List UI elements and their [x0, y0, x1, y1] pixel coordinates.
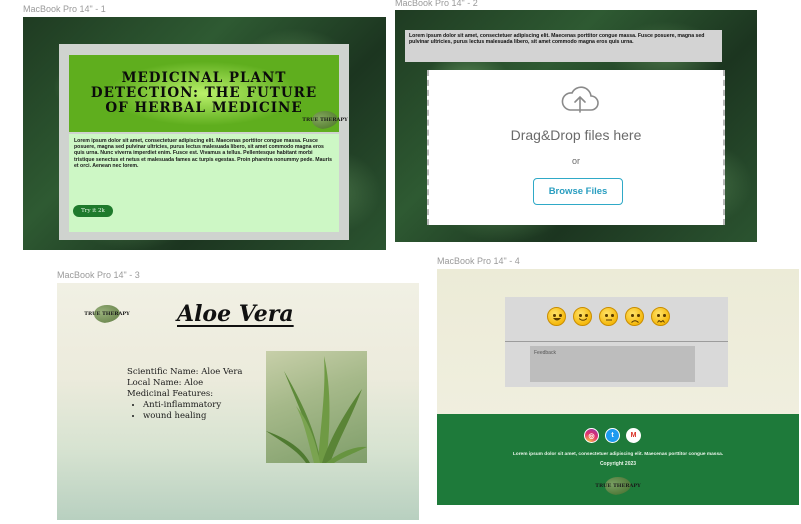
- dropzone-label: Drag&Drop files here: [510, 127, 642, 143]
- frame-label: MacBook Pro 14" - 4: [437, 256, 520, 266]
- copyright: Copyright 2023: [599, 461, 637, 467]
- scientific-name: Scientific Name: Aloe Vera: [127, 367, 243, 377]
- plant-photo: [266, 351, 367, 463]
- design-canvas: MacBook Pro 14" - 1 MEDICINAL PLANT DETE…: [0, 0, 801, 524]
- hero-banner: MEDICINAL PLANT DETECTION: THE FUTURE OF…: [69, 55, 339, 132]
- frame-feedback[interactable]: Feedback ◎ t M Lorem ipsum dolor sit ame…: [437, 269, 799, 505]
- logo-text: TRUE THERAPY: [302, 117, 348, 123]
- features-list: Anti-inflammatory wound healing: [143, 400, 242, 422]
- hero-body: Lorem ipsum dolor sit amet, consectetuer…: [69, 134, 339, 232]
- footer-text: Lorem ipsum dolor sit amet, consectetuer…: [512, 452, 724, 457]
- social-links: ◎ t M: [584, 428, 641, 443]
- feature-item: Anti-inflammatory: [143, 400, 242, 411]
- hero-card: MEDICINAL PLANT DETECTION: THE FUTURE OF…: [59, 44, 349, 240]
- feature-item: wound healing: [143, 411, 242, 422]
- cloud-upload-icon: [561, 86, 599, 113]
- aloe-image: [266, 356, 367, 463]
- feedback-input[interactable]: Feedback: [530, 346, 695, 382]
- feedback-panel: Feedback: [505, 297, 728, 387]
- frame-label: MacBook Pro 14" - 2: [395, 0, 478, 8]
- plant-info: Scientific Name: Aloe Vera Local Name: A…: [127, 367, 242, 422]
- intro-bar: Lorem ipsum dolor sit amet, consectetuer…: [405, 30, 722, 62]
- divider: [505, 341, 728, 342]
- features-label: Medicinal Features:: [127, 389, 214, 399]
- frame-home[interactable]: MEDICINAL PLANT DETECTION: THE FUTURE OF…: [23, 17, 386, 250]
- or-label: or: [571, 156, 580, 166]
- logo: TRUE THERAPY: [595, 476, 641, 496]
- angry-emoji-icon[interactable]: [651, 307, 670, 326]
- frame-label: MacBook Pro 14" - 3: [57, 270, 140, 280]
- logo: TRUE THERAPY: [84, 304, 130, 324]
- neutral-emoji-icon[interactable]: [599, 307, 618, 326]
- logo: TRUE THERAPY: [302, 110, 348, 130]
- sad-emoji-icon[interactable]: [625, 307, 644, 326]
- rating-emojis: [547, 307, 670, 326]
- intro-text: Lorem ipsum dolor sit amet, consectetuer…: [409, 33, 705, 46]
- instagram-icon[interactable]: ◎: [584, 428, 599, 443]
- gmail-icon[interactable]: M: [626, 428, 641, 443]
- try-it-button[interactable]: Try it 2k: [73, 205, 113, 217]
- hero-text: Lorem ipsum dolor sit amet, consectetuer…: [74, 138, 333, 169]
- logo-text: TRUE THERAPY: [595, 483, 641, 489]
- hero-title: MEDICINAL PLANT DETECTION: THE FUTURE OF…: [90, 70, 318, 116]
- frame-plant-detail[interactable]: TRUE THERAPY Aloe Vera Scientific Name: …: [57, 283, 419, 520]
- frame-upload[interactable]: Lorem ipsum dolor sit amet, consectetuer…: [395, 10, 757, 242]
- happy-emoji-icon[interactable]: [573, 307, 592, 326]
- frame-label: MacBook Pro 14" - 1: [23, 4, 106, 14]
- dropzone[interactable]: Drag&Drop files here or Browse Files: [427, 70, 725, 225]
- logo-text: TRUE THERAPY: [84, 311, 130, 317]
- plant-title: Aloe Vera: [177, 301, 294, 327]
- very-happy-emoji-icon[interactable]: [547, 307, 566, 326]
- twitter-icon[interactable]: t: [605, 428, 620, 443]
- local-name: Local Name: Aloe: [127, 378, 204, 388]
- browse-files-button[interactable]: Browse Files: [533, 178, 623, 205]
